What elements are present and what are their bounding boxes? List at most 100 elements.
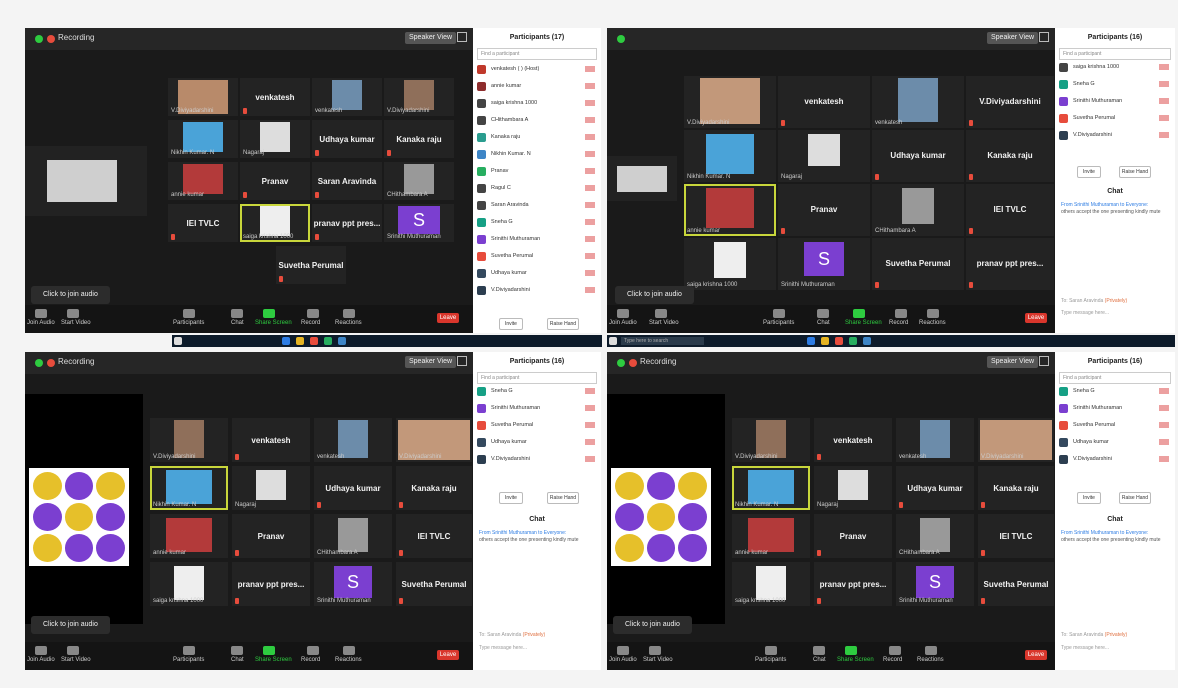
participant-row[interactable]: Suvetha Perumal	[1059, 420, 1171, 432]
video-tile[interactable]: venkatesh	[240, 78, 310, 116]
join-audio-label[interactable]: Join Audio	[609, 657, 637, 663]
reactions-icon[interactable]	[343, 646, 355, 655]
video-tile[interactable]: V.Diviyadarshini	[168, 78, 238, 116]
reactions-label[interactable]: Reactions	[919, 320, 946, 326]
participant-row[interactable]: V.Diviyadarshini	[1059, 130, 1171, 142]
speaker-view-button[interactable]: Speaker View	[987, 32, 1039, 44]
join-audio-button[interactable]: Click to join audio	[31, 616, 110, 634]
video-tile[interactable]: Kanaka raju	[396, 466, 472, 510]
participants-icon[interactable]	[773, 309, 785, 318]
speaker-view-button[interactable]: Speaker View	[987, 356, 1039, 368]
windows-start-icon[interactable]	[174, 337, 182, 345]
chat-to-name[interactable]: Saran Aravinda	[1069, 632, 1103, 638]
participants-icon[interactable]	[765, 646, 777, 655]
camera-icon[interactable]	[67, 646, 79, 655]
video-tile[interactable]: Kanaka raju	[384, 120, 454, 158]
participant-row[interactable]: Udhaya kumar	[1059, 437, 1171, 449]
leave-button[interactable]: Leave	[1025, 313, 1047, 323]
chat-icon[interactable]	[231, 646, 243, 655]
video-tile[interactable]: pranav ppt pres...	[814, 562, 892, 606]
participant-row[interactable]: Srinithi Muthuraman	[1059, 96, 1171, 108]
start-video-label[interactable]: Start Video	[61, 657, 91, 663]
video-tile[interactable]: Suvetha Perumal	[396, 562, 472, 606]
chat-label[interactable]: Chat	[231, 320, 244, 326]
video-tile[interactable]: saiga krishna 1000	[150, 562, 228, 606]
participant-row[interactable]: saiga krishna 1000	[1059, 62, 1171, 74]
participant-row[interactable]: CHithambara A	[477, 115, 597, 127]
security-icon[interactable]	[35, 35, 43, 43]
invite-button[interactable]: Invite	[1077, 492, 1101, 504]
chat-icon[interactable]	[813, 646, 825, 655]
video-tile[interactable]: Nagaraj	[240, 120, 310, 158]
reactions-label[interactable]: Reactions	[917, 657, 944, 663]
video-tile[interactable]: IEI TVLC	[966, 184, 1054, 236]
edge-icon[interactable]	[807, 337, 815, 345]
video-tile[interactable]: Nikhin Kumar. N	[684, 130, 776, 182]
video-tile[interactable]: venkatesh	[232, 418, 310, 462]
video-tile[interactable]: S Srinithi Muthuraman	[778, 238, 870, 290]
video-tile[interactable]: Pranav	[240, 162, 310, 200]
video-tile[interactable]: IEI TVLC	[396, 514, 472, 558]
camera-icon[interactable]	[655, 309, 667, 318]
zoom-icon[interactable]	[863, 337, 871, 345]
participant-search-input[interactable]: Find a participant	[1059, 48, 1171, 60]
chat-icon[interactable]	[817, 309, 829, 318]
video-tile[interactable]: Suvetha Perumal	[276, 246, 346, 284]
join-audio-button[interactable]: Click to join audio	[613, 616, 692, 634]
invite-button[interactable]: Invite	[1077, 166, 1101, 178]
video-tile[interactable]: pranav ppt pres...	[966, 238, 1054, 290]
video-tile[interactable]: Saran Aravinda	[312, 162, 382, 200]
participant-row[interactable]: V.Diviyadarshini	[477, 454, 597, 466]
video-tile[interactable]: Pranav	[778, 184, 870, 236]
video-tile[interactable]: venkatesh	[314, 418, 392, 462]
record-label[interactable]: Record	[889, 320, 908, 326]
video-tile[interactable]: S Srinithi Muthuraman	[384, 204, 454, 242]
participant-row[interactable]: Sneha G	[477, 217, 597, 229]
participant-row[interactable]: Srinithi Muthuraman	[477, 234, 597, 246]
chat-label[interactable]: Chat	[813, 657, 826, 663]
raise-hand-button[interactable]: Raise Hand	[1119, 166, 1151, 178]
participant-row[interactable]: Sneha G	[477, 386, 597, 398]
chat-input[interactable]: Type message here...	[1061, 645, 1169, 651]
participant-search-input[interactable]: Find a participant	[1059, 372, 1171, 384]
video-tile[interactable]: annie kumar	[168, 162, 238, 200]
raise-hand-button[interactable]: Raise Hand	[547, 492, 579, 504]
video-tile[interactable]: CHithambara A	[872, 184, 964, 236]
video-tile[interactable]: V.Diviyadarshini	[150, 418, 228, 462]
participant-row[interactable]: Suvetha Perumal	[477, 420, 597, 432]
record-label[interactable]: Record	[883, 657, 902, 663]
camera-icon[interactable]	[67, 309, 79, 318]
record-icon[interactable]	[307, 646, 319, 655]
video-tile[interactable]: V.Diviyadarshini	[396, 418, 472, 462]
participant-row[interactable]: Suvetha Perumal	[1059, 113, 1171, 125]
video-tile[interactable]: Suvetha Perumal	[978, 562, 1054, 606]
participant-row[interactable]: Srinithi Muthuraman	[1059, 403, 1171, 415]
headphone-icon[interactable]	[617, 309, 629, 318]
taskbar-search[interactable]: Type here to search	[621, 337, 704, 345]
active-speaker-tile[interactable]: Nikhin Kumar. N	[732, 466, 810, 510]
video-tile[interactable]: venkatesh	[778, 76, 870, 128]
video-tile[interactable]: venkatesh	[872, 76, 964, 128]
participant-row[interactable]: Pranav	[477, 166, 597, 178]
camera-icon[interactable]	[649, 646, 661, 655]
video-tile[interactable]: pranav ppt pres...	[312, 204, 382, 242]
video-tile[interactable]: CHithambara A	[896, 514, 974, 558]
video-tile[interactable]: S Srinithi Muthuraman	[896, 562, 974, 606]
chat-input[interactable]: Type message here...	[479, 645, 595, 651]
video-tile[interactable]: saiga krishna 1000	[732, 562, 810, 606]
participant-row[interactable]: Udhaya kumar	[477, 437, 597, 449]
record-icon[interactable]	[889, 646, 901, 655]
video-tile[interactable]: Udhaya kumar	[896, 466, 974, 510]
reactions-label[interactable]: Reactions	[335, 657, 362, 663]
participant-row[interactable]: Ragul C	[477, 183, 597, 195]
app-icon[interactable]	[310, 337, 318, 345]
invite-button[interactable]: Invite	[499, 318, 523, 330]
chrome-icon[interactable]	[821, 337, 829, 345]
participants-label[interactable]: Participants	[763, 320, 794, 326]
participant-row[interactable]: Suvetha Perumal	[477, 251, 597, 263]
record-label[interactable]: Record	[301, 320, 320, 326]
share-screen-label[interactable]: Share Screen	[255, 657, 292, 663]
record-icon[interactable]	[895, 309, 907, 318]
chat-label[interactable]: Chat	[231, 657, 244, 663]
leave-button[interactable]: Leave	[437, 313, 459, 323]
